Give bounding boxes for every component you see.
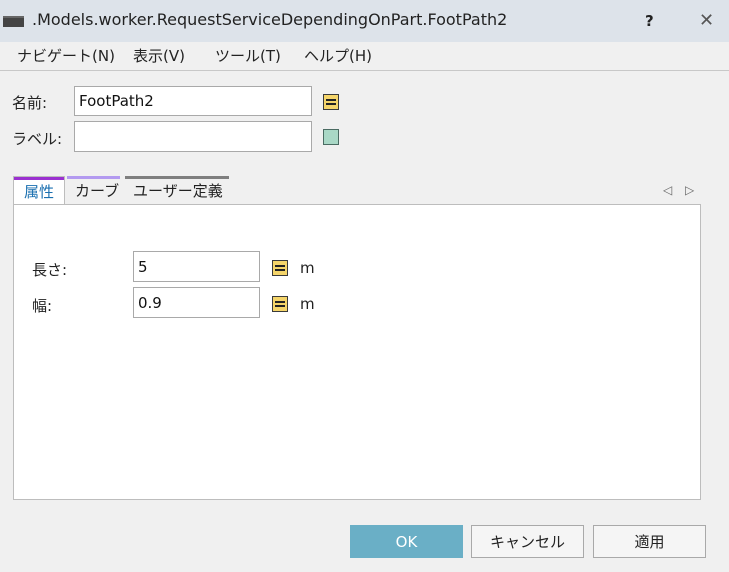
menu-tools[interactable]: ツール(T)	[215, 45, 281, 66]
width-mode-button[interactable]	[272, 296, 288, 312]
tab-attributes-accent	[14, 177, 64, 180]
name-mode-button[interactable]	[323, 94, 339, 110]
close-button[interactable]: ✕	[699, 10, 714, 31]
tab-attributes[interactable]: 属性	[13, 176, 65, 206]
name-label: 名前:	[12, 94, 48, 112]
tab-scroll-right-icon[interactable]: ▷	[685, 183, 694, 197]
window-title: .Models.worker.RequestServiceDependingOn…	[32, 10, 508, 29]
length-field[interactable]	[133, 251, 260, 282]
width-unit: m	[300, 295, 315, 313]
tab-curve[interactable]: カーブ	[67, 176, 121, 204]
tab-user-defined-accent	[125, 176, 229, 179]
length-mode-button[interactable]	[272, 260, 288, 276]
tab-attributes-label: 属性	[24, 183, 55, 201]
attributes-panel: 長さ: m 幅: m	[13, 204, 701, 500]
title-bar: .Models.worker.RequestServiceDependingOn…	[0, 0, 729, 42]
menu-bar: ナビゲート(N) 表示(V) ツール(T) ヘルプ(H)	[0, 42, 729, 71]
length-unit: m	[300, 259, 315, 277]
menu-help[interactable]: ヘルプ(H)	[304, 45, 372, 66]
window-icon	[3, 16, 24, 27]
menu-navigate[interactable]: ナビゲート(N)	[17, 45, 115, 66]
tab-curve-accent	[67, 176, 120, 179]
width-field[interactable]	[133, 287, 260, 318]
tab-curve-label: カーブ	[75, 182, 120, 200]
help-button[interactable]: ?	[645, 12, 654, 30]
label-label: ラベル:	[12, 130, 63, 148]
cancel-button[interactable]: キャンセル	[471, 525, 584, 558]
width-label: 幅:	[32, 297, 53, 315]
tab-user-defined-label: ユーザー定義	[133, 182, 223, 200]
name-field[interactable]	[74, 86, 312, 116]
tab-scroll-left-icon[interactable]: ◁	[663, 183, 672, 197]
label-field[interactable]	[74, 121, 312, 152]
length-label: 長さ:	[32, 261, 68, 279]
label-mode-button[interactable]	[323, 129, 339, 145]
apply-button[interactable]: 適用	[593, 525, 706, 558]
ok-button[interactable]: OK	[350, 525, 463, 558]
menu-view[interactable]: 表示(V)	[133, 45, 185, 66]
tab-user-defined[interactable]: ユーザー定義	[125, 176, 231, 204]
